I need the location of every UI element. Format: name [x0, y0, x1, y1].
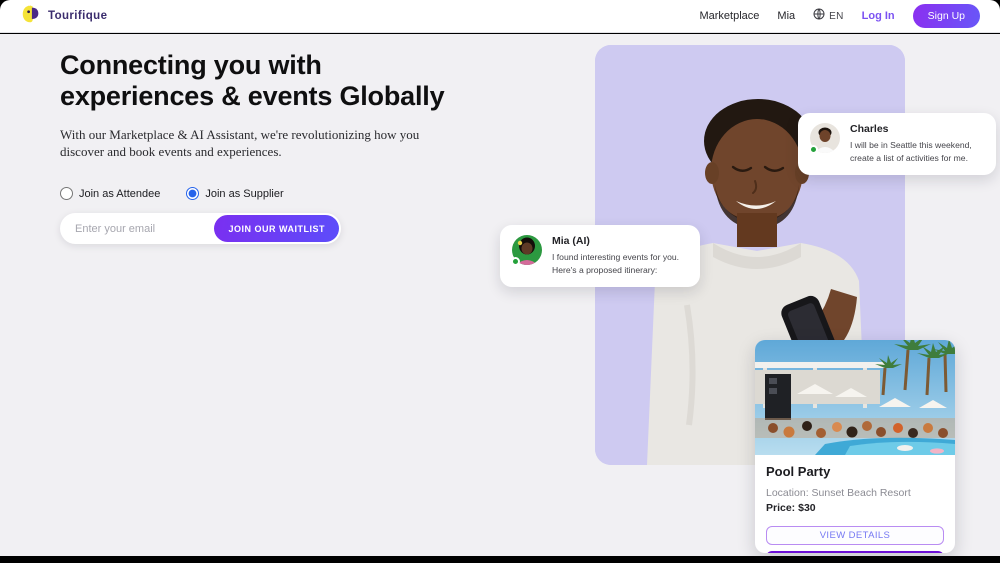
charles-message: I will be in Seattle this weekend, creat… [850, 139, 984, 165]
pool-party-image [755, 340, 955, 455]
chat-bubble-mia: Mia (AI) I found interesting events for … [500, 225, 700, 287]
language-code: EN [829, 11, 844, 22]
role-radio-group: Join as Attendee Join as Supplier [60, 187, 480, 200]
hero-section: Connecting you with experiences & events… [0, 34, 1000, 556]
online-status-dot [809, 145, 818, 154]
event-location: Location: Sunset Beach Resort [766, 487, 944, 499]
view-details-button[interactable]: VIEW DETAILS [766, 526, 944, 545]
online-status-dot [511, 257, 520, 266]
radio-join-as-attendee[interactable]: Join as Attendee [60, 187, 160, 200]
nav-item-mia[interactable]: Mia [777, 10, 795, 22]
page: Tourifique Marketplace Mia EN Log In Sig… [0, 0, 1000, 563]
waitlist-form: JOIN OUR WAITLIST [60, 213, 341, 244]
mia-message: I found interesting events for you. Here… [552, 251, 688, 277]
chat-bubble-charles: Charles I will be in Seattle this weeken… [798, 113, 996, 175]
brand-logo[interactable]: Tourifique [20, 3, 107, 30]
attendee-radio-input[interactable] [60, 187, 73, 200]
mia-name: Mia (AI) [552, 235, 688, 247]
event-card-pool-party: Pool Party Location: Sunset Beach Resort… [755, 340, 955, 553]
radio-join-as-supplier[interactable]: Join as Supplier [186, 187, 283, 200]
page-title-line2: experiences & events Globally [60, 81, 480, 112]
language-selector[interactable]: EN [813, 7, 844, 25]
supplier-radio-label: Join as Supplier [205, 188, 283, 200]
join-waitlist-button[interactable]: JOIN OUR WAITLIST [214, 215, 339, 242]
page-title-line1: Connecting you with [60, 50, 480, 81]
mia-avatar [512, 235, 542, 265]
nav-links: Marketplace Mia EN Log In Sign Up [699, 4, 980, 28]
event-card-body: Pool Party Location: Sunset Beach Resort… [755, 455, 955, 553]
tourifique-logo-icon [20, 3, 42, 30]
signup-button[interactable]: Sign Up [913, 4, 980, 28]
globe-icon [813, 7, 825, 25]
hero-subtitle: With our Marketplace & AI Assistant, we'… [60, 127, 458, 161]
charles-bubble-content: Charles I will be in Seattle this weeken… [850, 123, 984, 165]
brand-name: Tourifique [48, 10, 107, 22]
nav-item-marketplace[interactable]: Marketplace [699, 10, 759, 22]
charles-avatar [810, 123, 840, 153]
top-navbar: Tourifique Marketplace Mia EN Log In Sig… [0, 0, 1000, 33]
book-now-button[interactable]: BOOK NOW [766, 551, 944, 553]
hero-content: Connecting you with experiences & events… [60, 50, 480, 244]
charles-name: Charles [850, 123, 984, 135]
event-price: Price: $30 [766, 502, 944, 514]
login-link[interactable]: Log In [862, 10, 895, 22]
mia-bubble-content: Mia (AI) I found interesting events for … [552, 235, 688, 277]
page-title: Connecting you with experiences & events… [60, 50, 480, 113]
event-title: Pool Party [766, 464, 944, 479]
attendee-radio-label: Join as Attendee [79, 188, 160, 200]
supplier-radio-input[interactable] [186, 187, 199, 200]
